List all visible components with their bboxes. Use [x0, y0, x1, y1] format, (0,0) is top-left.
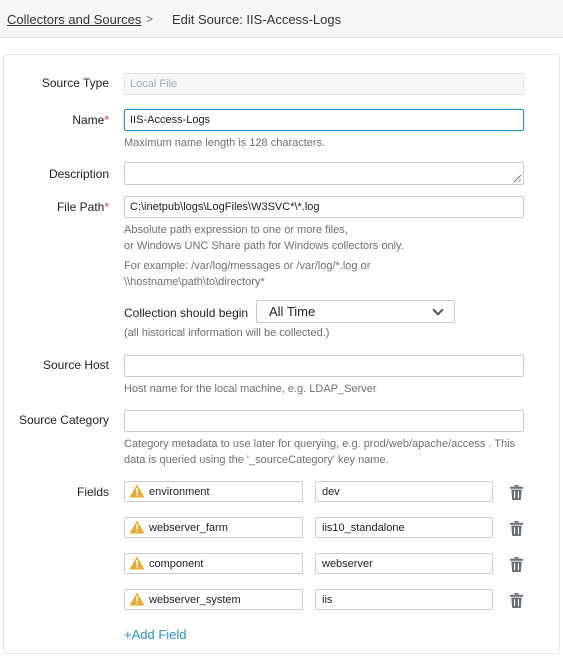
add-field-button[interactable]: +Add Field — [124, 627, 187, 642]
field-value-input[interactable]: dev — [315, 481, 493, 502]
breadcrumb-link-collectors[interactable]: Collectors and Sources — [7, 12, 141, 27]
collection-help: (all historical information will be coll… — [124, 327, 330, 339]
field-key-text: webserver_system — [149, 594, 241, 606]
source-host-input[interactable] — [124, 355, 524, 377]
resize-handle-icon[interactable] — [514, 175, 521, 182]
required-marker: * — [104, 200, 109, 214]
breadcrumb-current: Edit Source: IIS-Access-Logs — [172, 12, 342, 27]
fields-label: Fields — [76, 485, 109, 499]
collection-begin-select[interactable]: All Time — [256, 300, 455, 323]
source-host-label: Source Host — [42, 358, 109, 372]
file-path-help-4: \\hostname\path\to\directory* — [124, 276, 265, 288]
field-key-text: webserver_farm — [149, 522, 228, 534]
source-category-help-1: Category metadata to use later for query… — [124, 438, 516, 450]
collection-begin-value: All Time — [269, 304, 316, 319]
field-value-input[interactable]: iis — [315, 589, 493, 610]
source-type-field: Local File — [124, 73, 524, 95]
field-key-text: environment — [149, 486, 210, 498]
file-path-help-2: or Windows UNC Share path for Windows co… — [124, 240, 404, 252]
name-help: Maximum name length is 128 characters. — [124, 137, 326, 149]
source-host-help: Host name for the local machine, e.g. LD… — [124, 383, 377, 395]
warning-triangle-icon — [129, 556, 145, 570]
warning-triangle-icon — [129, 484, 145, 498]
field-key-input[interactable]: environment — [124, 481, 303, 502]
name-input[interactable]: IIS-Access-Logs — [124, 109, 524, 131]
field-value-input[interactable]: iis10_standalone — [315, 517, 493, 538]
source-category-input[interactable] — [124, 410, 524, 432]
field-key-input[interactable]: webserver_farm — [124, 517, 303, 538]
file-path-help-3: For example: /var/log/messages or /var/l… — [124, 260, 371, 272]
file-path-label-text: File Path — [56, 200, 105, 214]
description-textarea[interactable] — [124, 162, 524, 185]
field-key-input[interactable]: webserver_system — [124, 589, 303, 610]
trash-icon[interactable] — [510, 521, 523, 536]
collection-begin-label: Collection should begin — [124, 306, 249, 320]
source-type-label: Source Type — [41, 76, 109, 90]
chevron-down-icon — [432, 304, 444, 316]
breadcrumb-separator: > — [146, 12, 154, 26]
trash-icon[interactable] — [510, 593, 523, 608]
name-label: Name* — [5, 113, 109, 127]
required-marker: * — [104, 113, 109, 127]
field-key-text: component — [149, 558, 204, 570]
source-category-help-2: data is queried using the '_sourceCatego… — [124, 454, 389, 466]
file-path-label: File Path* — [5, 200, 109, 214]
trash-icon[interactable] — [510, 557, 523, 572]
breadcrumb: Collectors and Sources > Edit Source: II… — [0, 0, 563, 38]
warning-triangle-icon — [129, 592, 145, 606]
warning-triangle-icon — [129, 520, 145, 534]
source-category-label: Source Category — [18, 413, 109, 427]
field-key-input[interactable]: component — [124, 553, 303, 574]
field-value-input[interactable]: webserver — [315, 553, 493, 574]
trash-icon[interactable] — [510, 485, 523, 500]
description-label: Description — [48, 167, 109, 181]
file-path-help-1: Absolute path expression to one or more … — [124, 224, 348, 236]
name-label-text: Name — [72, 113, 105, 127]
file-path-input[interactable]: C:\inetpub\logs\LogFiles\W3SVC*\*.log — [124, 196, 524, 218]
